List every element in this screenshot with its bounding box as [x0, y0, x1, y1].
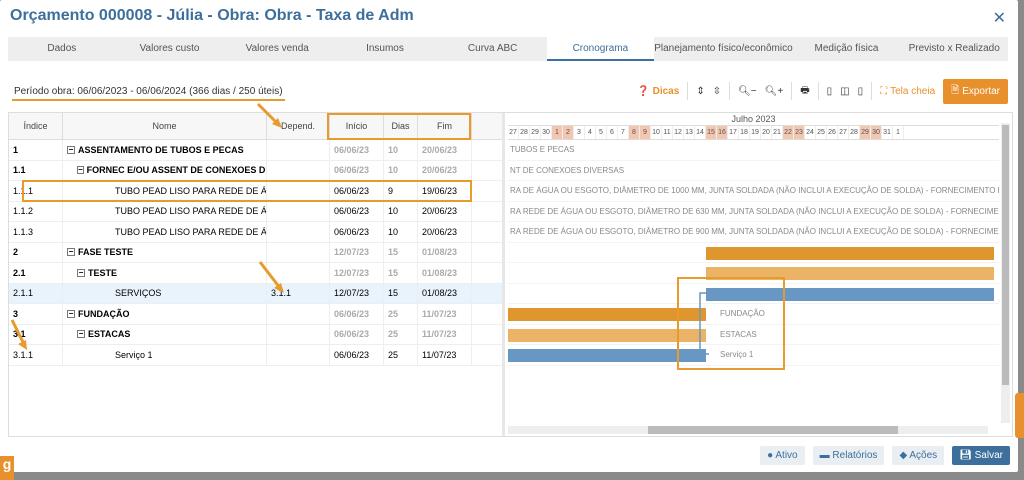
report-icon: ▬	[819, 450, 833, 461]
acoes-button[interactable]: ◆ Ações	[892, 446, 945, 465]
relatorios-button[interactable]: ▬ Relatórios	[812, 446, 885, 465]
side-help-tab[interactable]	[1015, 393, 1024, 438]
annotation-arrows	[10, 102, 709, 355]
arrow	[10, 319, 26, 345]
arrow	[258, 261, 282, 289]
actions-icon: ◆	[899, 450, 910, 461]
budget-modal: Orçamento 000008 - Júlia - Obra: Obra - …	[0, 0, 1018, 472]
footer: ● Ativo ▬ Relatórios ◆ Ações 💾︎ Salvar	[760, 446, 1010, 465]
ativo-button[interactable]: ● Ativo	[760, 446, 805, 465]
dependency-link	[699, 292, 709, 355]
save-icon: 💾︎	[959, 450, 975, 461]
app-logo-icon: g	[0, 456, 14, 480]
salvar-button[interactable]: 💾︎ Salvar	[952, 446, 1010, 465]
